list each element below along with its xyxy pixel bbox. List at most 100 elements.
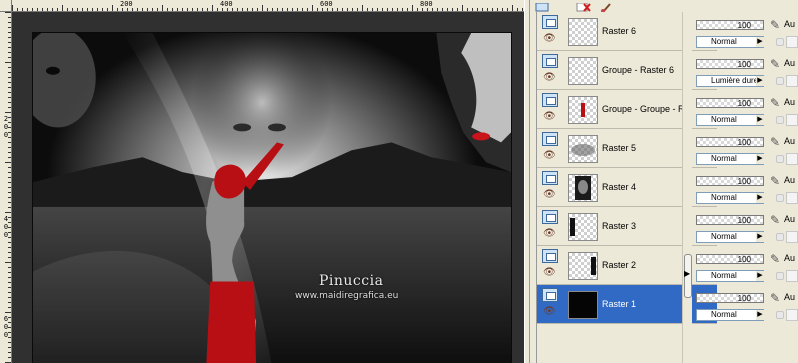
ruler-tick	[8, 317, 11, 318]
delete-layer-icon[interactable]	[576, 0, 592, 12]
ruler-label: 800	[420, 0, 433, 8]
dropdown-arrow-icon[interactable]: ▶	[756, 154, 764, 164]
brush-link-icon[interactable]: ✎	[770, 57, 784, 71]
lock-icon[interactable]	[776, 272, 784, 280]
brush-icon[interactable]	[600, 0, 616, 13]
ruler-tick	[167, 8, 168, 11]
blend-mode-select[interactable]: Normal	[696, 114, 764, 126]
ruler-tick	[277, 8, 278, 11]
opacity-slider[interactable]: 100	[696, 254, 764, 264]
brush-link-icon[interactable]: ✎	[770, 135, 784, 149]
layer-list-scrollbar[interactable]: ▶	[682, 12, 692, 363]
ruler-tick	[8, 192, 11, 193]
option-box[interactable]	[786, 309, 798, 321]
ruler-tick	[8, 287, 11, 288]
blend-mode-select[interactable]: Normal	[696, 153, 764, 165]
dropdown-arrow-icon[interactable]: ▶	[756, 271, 764, 281]
brush-link-icon[interactable]: ✎	[770, 96, 784, 110]
au-label: Au	[784, 97, 796, 107]
lock-icon[interactable]	[776, 233, 784, 241]
visibility-eye-icon[interactable]: 👁	[543, 307, 557, 317]
au-label: Au	[784, 292, 796, 302]
opacity-slider[interactable]: 100	[696, 59, 764, 69]
ruler-tick	[8, 102, 11, 103]
opacity-slider[interactable]: 100	[696, 98, 764, 108]
image-artwork[interactable]: Pinuccia www.maidiregrafica.eu	[32, 32, 512, 363]
dropdown-arrow-icon[interactable]: ▶	[756, 310, 764, 320]
brush-link-icon[interactable]: ✎	[770, 291, 784, 305]
brush-link-icon[interactable]: ✎	[770, 18, 784, 32]
ruler-tick	[132, 8, 133, 11]
ruler-tick	[97, 8, 98, 11]
opacity-value: 100	[737, 21, 751, 30]
option-box[interactable]	[786, 36, 798, 48]
ruler-tick	[42, 8, 43, 11]
layer-name: Raster 6	[602, 26, 637, 36]
ruler-tick	[487, 8, 488, 11]
blend-mode-select[interactable]: Normal	[696, 36, 764, 48]
option-box[interactable]	[786, 270, 798, 282]
option-box[interactable]	[786, 114, 798, 126]
ruler-tick	[8, 217, 11, 218]
image-canvas-area: 200 400 600 800 2 0 0 4 0 0 6 0 0 Pinucc…	[0, 0, 524, 363]
opacity-slider[interactable]: 100	[696, 293, 764, 303]
blend-mode-select[interactable]: Normal	[696, 192, 764, 204]
lock-icon[interactable]	[776, 116, 784, 124]
ruler-tick	[77, 8, 78, 11]
lock-icon[interactable]	[776, 194, 784, 202]
ruler-tick	[8, 177, 11, 178]
ruler-tick	[8, 142, 11, 143]
visibility-eye-icon[interactable]: 👁	[543, 112, 557, 122]
lock-icon[interactable]	[776, 38, 784, 46]
ruler-tick	[5, 162, 11, 163]
brush-link-icon[interactable]: ✎	[770, 252, 784, 266]
blend-mode-select[interactable]: Normal	[696, 231, 764, 243]
ruler-tick	[152, 8, 153, 11]
ruler-tick	[8, 282, 11, 283]
blend-mode-select[interactable]: Normal	[696, 309, 764, 321]
ruler-tick	[8, 152, 11, 153]
option-box[interactable]	[786, 75, 798, 87]
visibility-eye-icon[interactable]: 👁	[543, 229, 557, 239]
ruler-tick	[222, 8, 223, 11]
option-box[interactable]	[786, 153, 798, 165]
ruler-tick	[327, 8, 328, 11]
lock-icon[interactable]	[776, 311, 784, 319]
dropdown-arrow-icon[interactable]: ▶	[756, 76, 764, 86]
visibility-eye-icon[interactable]: 👁	[543, 73, 557, 83]
opacity-slider[interactable]: 100	[696, 215, 764, 225]
opacity-slider[interactable]: 100	[696, 137, 764, 147]
ruler-tick	[52, 8, 53, 11]
ruler-tick	[522, 8, 523, 11]
ruler-tick	[242, 8, 243, 11]
visibility-eye-icon[interactable]: 👁	[543, 34, 557, 44]
ruler-tick	[252, 8, 253, 11]
dropdown-arrow-icon[interactable]: ▶	[756, 193, 764, 203]
brush-link-icon[interactable]: ✎	[770, 213, 784, 227]
dropdown-arrow-icon[interactable]: ▶	[756, 37, 764, 47]
dropdown-arrow-icon[interactable]: ▶	[756, 232, 764, 242]
ruler-tick	[22, 8, 23, 11]
chevron-right-icon[interactable]: ▶	[684, 270, 690, 278]
brush-link-icon[interactable]: ✎	[770, 174, 784, 188]
raster-layer-icon	[542, 288, 558, 302]
layers-toolbar	[530, 0, 798, 13]
new-layer-icon[interactable]	[534, 0, 550, 12]
lock-icon[interactable]	[776, 77, 784, 85]
layers-palette: 👁 Raster 6 👁 Groupe - Raster 6 👁 Groupe …	[530, 0, 798, 363]
ruler-tick	[287, 8, 288, 11]
option-box[interactable]	[786, 231, 798, 243]
image-frame[interactable]: Pinuccia www.maidiregrafica.eu	[12, 12, 524, 363]
option-box[interactable]	[786, 192, 798, 204]
blend-mode-select[interactable]: Normal	[696, 270, 764, 282]
opacity-slider[interactable]: 100	[696, 20, 764, 30]
ruler-tick	[8, 137, 11, 138]
opacity-slider[interactable]: 100	[696, 176, 764, 186]
visibility-eye-icon[interactable]: 👁	[543, 268, 557, 278]
visibility-eye-icon[interactable]: 👁	[543, 190, 557, 200]
ruler-tick	[8, 107, 11, 108]
blend-mode-select[interactable]: Lumière dure	[696, 75, 764, 87]
dropdown-arrow-icon[interactable]: ▶	[756, 115, 764, 125]
visibility-eye-icon[interactable]: 👁	[543, 151, 557, 161]
lock-icon[interactable]	[776, 155, 784, 163]
